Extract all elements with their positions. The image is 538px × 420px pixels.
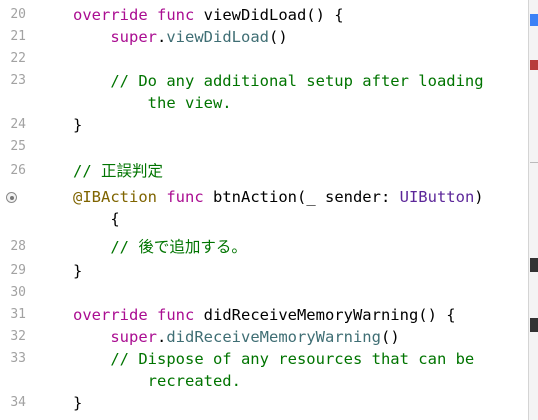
code-line[interactable]: super.didReceiveMemoryWarning() bbox=[73, 326, 400, 348]
code-line[interactable]: the view. bbox=[73, 92, 232, 114]
breakpoint-icon[interactable] bbox=[6, 192, 17, 203]
line-number: 22 bbox=[10, 51, 26, 66]
marker-icon bbox=[530, 318, 538, 332]
code-line[interactable]: // Do any additional setup after loading bbox=[73, 70, 484, 92]
line-number-gutter: 20 21 22 23 24 25 26 28 29 30 31 32 33 34 bbox=[0, 0, 40, 420]
code-token: . bbox=[157, 28, 167, 46]
line-number: 32 bbox=[10, 329, 26, 344]
code-token: override bbox=[73, 306, 148, 324]
code-token: } bbox=[73, 394, 83, 412]
code-editor[interactable]: 20 21 22 23 24 25 26 28 29 30 31 32 33 34 override fu… bbox=[0, 0, 528, 420]
code-token: super bbox=[110, 28, 157, 46]
line-number: 29 bbox=[10, 263, 26, 278]
code-token: super bbox=[110, 328, 157, 346]
line-number: 28 bbox=[10, 239, 26, 254]
code-line[interactable]: recreated. bbox=[73, 370, 241, 392]
divider bbox=[530, 162, 538, 163]
code-token: . bbox=[157, 328, 167, 346]
code-token: viewDidLoad() { bbox=[194, 6, 344, 24]
code-token: // Do any additional setup after loading bbox=[73, 72, 484, 90]
code-token: btnAction(_ sender: bbox=[203, 188, 400, 206]
code-token: @IBAction bbox=[73, 188, 157, 206]
code-line[interactable]: // Dispose of any resources that can be bbox=[73, 348, 474, 370]
code-token: override bbox=[73, 6, 148, 24]
line-number: 25 bbox=[10, 139, 26, 154]
line-number: 30 bbox=[10, 285, 26, 300]
checkbox-icon[interactable] bbox=[530, 14, 538, 26]
code-line[interactable]: { bbox=[73, 208, 120, 230]
line-number: 20 bbox=[10, 7, 26, 22]
code-line[interactable]: } bbox=[73, 114, 82, 136]
inspector-panel-edge[interactable] bbox=[528, 0, 538, 420]
code-token: { bbox=[73, 210, 120, 228]
code-token: // Dispose of any resources that can be bbox=[73, 350, 475, 368]
code-token: } bbox=[73, 116, 83, 134]
line-number: 24 bbox=[10, 117, 26, 132]
code-token: the view. bbox=[73, 94, 232, 112]
code-line[interactable]: override func didReceiveMemoryWarning() … bbox=[73, 304, 456, 326]
code-token: didReceiveMemoryWarning bbox=[166, 328, 381, 346]
code-token: func bbox=[157, 306, 195, 324]
line-number: 31 bbox=[10, 307, 26, 322]
code-token: () bbox=[269, 28, 288, 46]
line-number: 23 bbox=[10, 73, 26, 88]
code-token: ) bbox=[474, 188, 484, 206]
code-line[interactable]: } bbox=[73, 392, 82, 414]
code-line[interactable]: override func viewDidLoad() { bbox=[73, 4, 344, 26]
code-token: viewDidLoad bbox=[166, 28, 269, 46]
code-token: didReceiveMemoryWarning() { bbox=[194, 306, 456, 324]
code-line[interactable]: // 後で追加する。 bbox=[73, 236, 247, 258]
code-token: // 後で追加する。 bbox=[73, 238, 247, 256]
code-token: func bbox=[157, 6, 195, 24]
code-line[interactable]: @IBAction func btnAction(_ sender: UIBut… bbox=[73, 186, 484, 208]
code-token: func bbox=[166, 188, 204, 206]
code-line[interactable]: super.viewDidLoad() bbox=[73, 26, 288, 48]
marker-icon bbox=[530, 60, 538, 70]
code-token: UIButton bbox=[399, 188, 475, 206]
code-token: } bbox=[73, 262, 83, 280]
line-number: 21 bbox=[10, 29, 26, 44]
line-number: 26 bbox=[10, 163, 26, 178]
code-line[interactable]: } bbox=[73, 260, 82, 282]
code-token: // 正誤判定 bbox=[73, 162, 163, 180]
code-token: () bbox=[380, 328, 400, 346]
code-token: recreated. bbox=[73, 372, 241, 390]
line-number: 34 bbox=[10, 395, 26, 410]
marker-icon bbox=[530, 258, 538, 272]
line-number: 33 bbox=[10, 351, 26, 366]
code-line[interactable]: // 正誤判定 bbox=[73, 160, 163, 182]
